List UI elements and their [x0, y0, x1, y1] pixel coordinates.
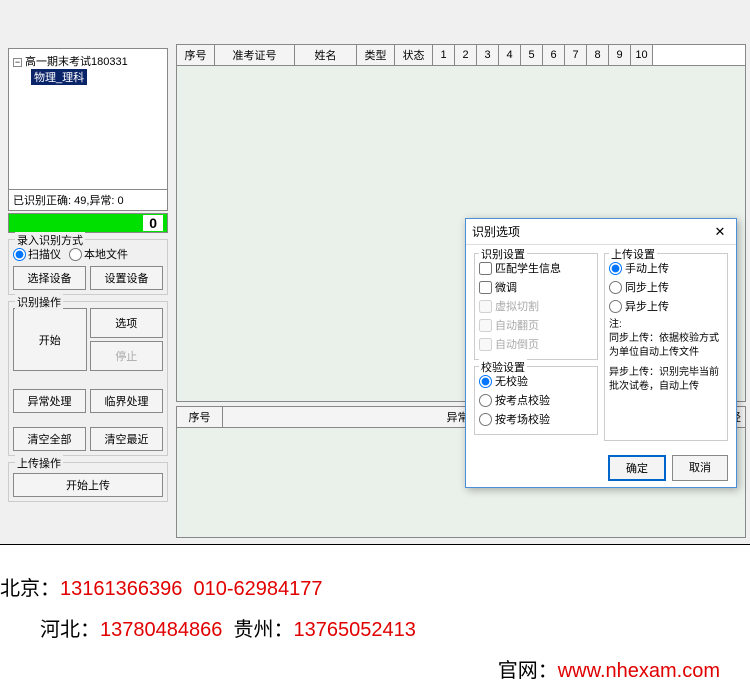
th-7: 3: [477, 45, 499, 65]
th-5: 1: [433, 45, 455, 65]
th-2: 姓名: [295, 45, 357, 65]
exception-button[interactable]: 异常处理: [13, 389, 86, 413]
app-window: −高一期末考试180331 物理_理科 已识别正确: 49,异常: 0 0 录入…: [0, 0, 750, 545]
radio-verify-room[interactable]: 按考场校验: [479, 411, 593, 427]
site-label: 官网：: [498, 660, 558, 682]
th-12: 8: [587, 45, 609, 65]
beijing-label: 北京：: [0, 578, 60, 600]
chk-auto-reverse: 自动倒页: [479, 336, 593, 352]
th-4: 状态: [395, 45, 433, 65]
ok-button[interactable]: 确定: [608, 455, 666, 481]
select-device-button[interactable]: 选择设备: [13, 266, 86, 290]
table1-header: 序号准考证号姓名类型状态12345678910: [176, 44, 746, 66]
progress-bar: 0: [8, 213, 168, 233]
sidebar: −高一期末考试180331 物理_理科 已识别正确: 49,异常: 0 0 录入…: [8, 48, 168, 502]
radio-upload-async[interactable]: 异步上传: [609, 298, 723, 314]
guizhou-label: 贵州：: [233, 619, 293, 641]
contact-info: 北京：13161366396 010-62984177 河北：137804848…: [0, 572, 750, 695]
tree-root-label: 高一期末考试180331: [25, 56, 128, 68]
th-0: 序号: [177, 45, 215, 65]
dialog-titlebar[interactable]: 识别选项 ✕: [466, 219, 736, 245]
close-icon[interactable]: ✕: [710, 224, 730, 240]
beijing-phone: 13161366396: [60, 578, 182, 600]
options-button[interactable]: 选项: [90, 308, 164, 338]
start-button[interactable]: 开始: [13, 308, 87, 371]
tree-child-item[interactable]: 物理_理科: [31, 69, 87, 85]
options-dialog: 识别选项 ✕ 识别设置 匹配学生信息 微调 虚拟切割 自动翻页 自动倒页 校验设…: [465, 218, 737, 488]
group-title: 识别设置: [479, 246, 527, 262]
verify-settings-group: 校验设置 无校验 按考点校验 按考场校验: [474, 366, 598, 435]
recognition-ops-group: 识别操作 开始 选项 停止 异常处理 临界处理 清空全部 清空最近: [8, 301, 168, 456]
recog-settings-group: 识别设置 匹配学生信息 微调 虚拟切割 自动翻页 自动倒页: [474, 253, 598, 360]
chk-virtual-cut: 虚拟切割: [479, 298, 593, 314]
status-line: 已识别正确: 49,异常: 0: [8, 190, 168, 211]
cancel-button[interactable]: 取消: [672, 455, 728, 481]
site-url: www.nhexam.com: [558, 660, 720, 682]
radio-verify-none[interactable]: 无校验: [479, 373, 593, 389]
tree-panel[interactable]: −高一期末考试180331 物理_理科: [8, 48, 168, 190]
radio-upload-manual[interactable]: 手动上传: [609, 260, 723, 276]
upload-settings-group: 上传设置 手动上传 同步上传 异步上传 注: 同步上传：依据校验方式为单位自动上…: [604, 253, 728, 441]
radio-local-file[interactable]: 本地文件: [69, 246, 128, 262]
chk-auto-flip: 自动翻页: [479, 317, 593, 333]
hebei-phone: 13780484866: [100, 619, 222, 641]
boundary-button[interactable]: 临界处理: [90, 389, 163, 413]
th-14: 10: [631, 45, 653, 65]
tree-root-item[interactable]: −高一期末考试180331: [13, 53, 163, 69]
guizhou-phone: 13765052413: [293, 619, 415, 641]
clear-recent-button[interactable]: 清空最近: [90, 427, 163, 451]
group-title: 上传操作: [15, 455, 63, 471]
clear-all-button[interactable]: 清空全部: [13, 427, 86, 451]
config-device-button[interactable]: 设置设备: [90, 266, 163, 290]
counter-value: 0: [143, 215, 163, 231]
group-title: 识别操作: [15, 294, 63, 310]
group-title: 上传设置: [609, 246, 657, 262]
chk-match-student[interactable]: 匹配学生信息: [479, 260, 593, 276]
stop-button[interactable]: 停止: [90, 341, 164, 371]
group-title: 录入识别方式: [15, 232, 85, 248]
th-3: 类型: [357, 45, 395, 65]
upload-ops-group: 上传操作 开始上传: [8, 462, 168, 502]
hebei-label: 河北：: [40, 619, 100, 641]
start-upload-button[interactable]: 开始上传: [13, 473, 163, 497]
dialog-title: 识别选项: [472, 223, 520, 240]
upload-note: 注: 同步上传：依据校验方式为单位自动上传文件 异步上传：识别完毕当前批次试卷，…: [609, 318, 723, 394]
group-title: 校验设置: [479, 359, 527, 375]
th-8: 4: [499, 45, 521, 65]
th-10: 6: [543, 45, 565, 65]
chk-fine-tune[interactable]: 微调: [479, 279, 593, 295]
collapse-icon[interactable]: −: [13, 58, 22, 67]
th-1: 准考证号: [215, 45, 295, 65]
th-seq: 序号: [177, 407, 223, 427]
radio-scanner[interactable]: 扫描仪: [13, 246, 61, 262]
input-mode-group: 录入识别方式 扫描仪 本地文件 选择设备 设置设备: [8, 239, 168, 295]
beijing-tel: 010-62984177: [193, 578, 322, 600]
radio-upload-sync[interactable]: 同步上传: [609, 279, 723, 295]
th-13: 9: [609, 45, 631, 65]
th-11: 7: [565, 45, 587, 65]
th-9: 5: [521, 45, 543, 65]
th-6: 2: [455, 45, 477, 65]
radio-verify-point[interactable]: 按考点校验: [479, 392, 593, 408]
